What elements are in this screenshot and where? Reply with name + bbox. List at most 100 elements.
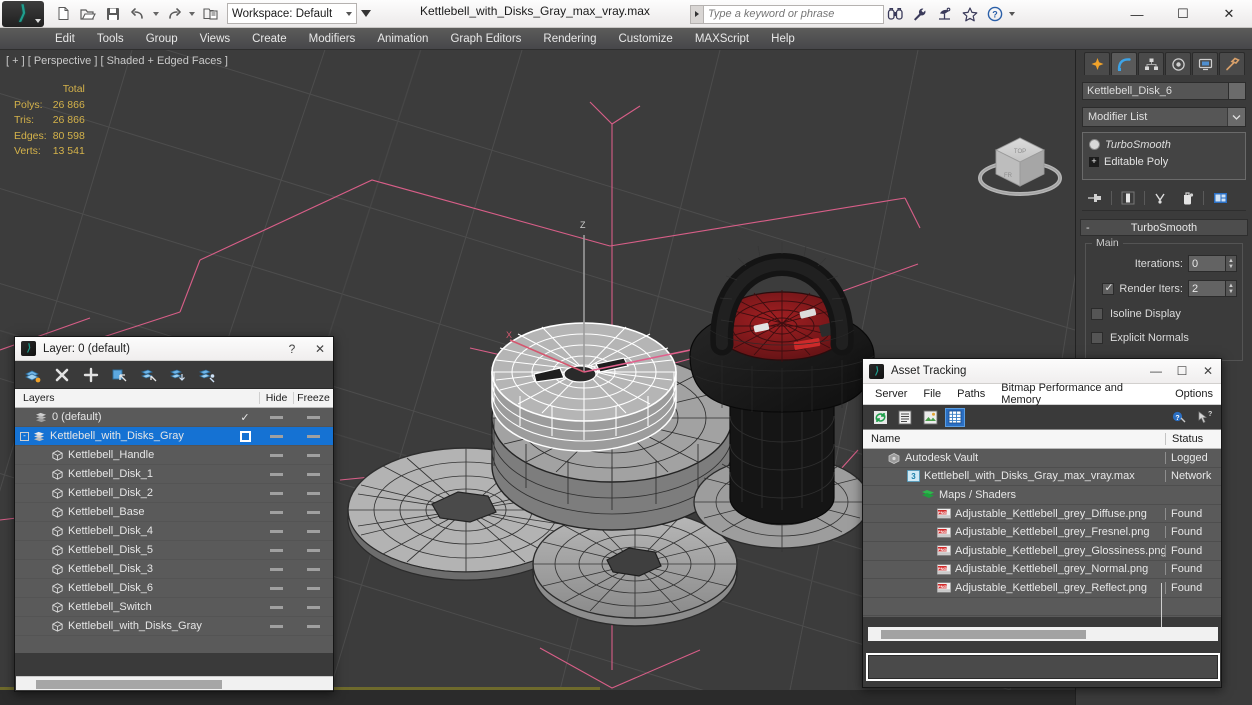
object-hide-toggle[interactable] <box>259 586 293 590</box>
object-name-field[interactable]: Kettlebell_Disk_6 <box>1082 82 1246 100</box>
object-freeze-toggle[interactable] <box>293 510 333 514</box>
layer-horizontal-scrollbar[interactable] <box>16 676 333 690</box>
render-iters-spinner[interactable]: ▲ ▼ <box>1226 280 1237 297</box>
asset-menu-options[interactable]: Options <box>1167 385 1221 403</box>
grid-view-icon[interactable] <box>945 407 965 427</box>
object-freeze-toggle[interactable] <box>293 605 333 609</box>
help-icon[interactable]: ? <box>1170 409 1188 426</box>
menu-item-edit[interactable]: Edit <box>44 30 86 48</box>
modifier-stack-item-turbosmooth[interactable]: TurboSmooth <box>1083 136 1245 153</box>
scrollbar-thumb[interactable] <box>881 630 1086 639</box>
menu-item-group[interactable]: Group <box>135 30 189 48</box>
layer-object-row[interactable]: Kettlebell_Handle <box>15 446 333 465</box>
minimize-button[interactable]: — <box>1114 0 1160 28</box>
display-tab[interactable] <box>1192 52 1218 75</box>
asset-row-vault[interactable]: Autodesk Vault Logged <box>863 449 1221 468</box>
asset-horizontal-scrollbar[interactable] <box>868 627 1218 641</box>
modifier-stack[interactable]: TurboSmooth + Editable Poly <box>1082 132 1246 180</box>
redo-dropdown-caret-icon[interactable] <box>189 11 195 16</box>
iterations-spinner[interactable]: ▲ ▼ <box>1226 255 1237 272</box>
object-freeze-toggle[interactable] <box>293 548 333 552</box>
iterations-input[interactable]: 0 <box>1188 255 1226 272</box>
menu-item-maxscript[interactable]: MAXScript <box>684 30 760 48</box>
wrench-icon[interactable] <box>909 3 931 25</box>
layer-row-default[interactable]: 0 (default) ✓ <box>15 408 333 427</box>
layer-hide-toggle[interactable] <box>259 415 293 419</box>
layer-object-row[interactable]: Kettlebell_Disk_4 <box>15 522 333 541</box>
object-hide-toggle[interactable] <box>259 453 293 457</box>
binoculars-icon[interactable] <box>884 3 906 25</box>
layer-object-row[interactable]: Kettlebell_Switch <box>15 598 333 617</box>
render-iters-input[interactable]: 2 <box>1188 280 1226 297</box>
redo-icon[interactable] <box>163 3 185 25</box>
layer-dialog[interactable]: ⟩ Layer: 0 (default) ? ✕ Layers Hide Fre… <box>14 336 334 692</box>
refresh-icon[interactable] <box>871 409 889 426</box>
layer-row-kettlebell-group[interactable]: - Kettlebell_with_Disks_Gray <box>15 427 333 446</box>
workspace-dropdown-icon[interactable] <box>361 10 371 17</box>
layer-hide-toggle[interactable] <box>259 434 293 438</box>
object-color-swatch[interactable] <box>1228 82 1246 100</box>
object-freeze-toggle[interactable] <box>293 567 333 571</box>
hide-unselected-layers-icon[interactable] <box>197 365 217 385</box>
layer-active-check[interactable]: ✓ <box>231 411 259 424</box>
layer-object-row[interactable]: Kettlebell_Disk_2 <box>15 484 333 503</box>
asset-row-texture[interactable]: PNG Adjustable_Kettlebell_grey_Glossines… <box>863 542 1221 561</box>
layer-object-row[interactable]: Kettlebell_Disk_5 <box>15 541 333 560</box>
asset-menu-paths[interactable]: Paths <box>949 385 993 403</box>
app-menu-caret-icon[interactable] <box>35 18 41 23</box>
object-hide-toggle[interactable] <box>259 491 293 495</box>
menu-item-help[interactable]: Help <box>760 30 806 48</box>
asset-row-maps-shaders[interactable]: Maps / Shaders <box>863 486 1221 505</box>
menu-item-animation[interactable]: Animation <box>366 30 439 48</box>
close-button[interactable]: ✕ <box>1206 0 1252 28</box>
asset-maximize-button[interactable]: ☐ <box>1169 360 1195 382</box>
configure-sets-icon[interactable] <box>1210 188 1230 208</box>
object-freeze-toggle[interactable] <box>293 529 333 533</box>
asset-close-button[interactable]: ✕ <box>1195 360 1221 382</box>
workspace-caret-icon[interactable] <box>346 11 352 16</box>
chevron-down-icon[interactable] <box>1227 108 1245 126</box>
object-hide-toggle[interactable] <box>259 605 293 609</box>
object-freeze-toggle[interactable] <box>293 472 333 476</box>
select-objects-in-layer-icon[interactable] <box>110 365 130 385</box>
layer-object-row[interactable]: Kettlebell_Base <box>15 503 333 522</box>
search-box[interactable] <box>690 4 884 24</box>
maximize-button[interactable]: ☐ <box>1160 0 1206 28</box>
object-hide-toggle[interactable] <box>259 472 293 476</box>
open-file-icon[interactable] <box>77 3 99 25</box>
undo-dropdown-caret-icon[interactable] <box>153 11 159 16</box>
asset-row-max-file[interactable]: 3 Kettlebell_with_Disks_Gray_max_vray.ma… <box>863 468 1221 487</box>
isoline-display-checkbox[interactable] <box>1091 307 1103 320</box>
context-help-icon[interactable]: ? <box>1195 409 1213 426</box>
layer-object-row[interactable]: Kettlebell_Disk_6 <box>15 579 333 598</box>
layer-active-check[interactable] <box>231 430 259 442</box>
layer-object-row[interactable]: Kettlebell_Disk_1 <box>15 465 333 484</box>
object-hide-toggle[interactable] <box>259 548 293 552</box>
satellite-icon[interactable] <box>934 3 956 25</box>
layer-freeze-toggle[interactable] <box>293 434 333 438</box>
hierarchy-tab[interactable] <box>1138 52 1164 75</box>
search-input[interactable] <box>704 4 884 24</box>
thumbnail-view-icon[interactable] <box>921 409 939 426</box>
select-highlighted-objects-icon[interactable] <box>139 365 159 385</box>
layer-list[interactable]: 0 (default) ✓ - Kettlebell_with_Disks_Gr… <box>15 408 333 653</box>
motion-tab[interactable] <box>1165 52 1191 75</box>
highlight-selected-objects-icon[interactable] <box>168 365 188 385</box>
light-bulb-icon[interactable] <box>1089 139 1100 150</box>
modifier-list-dropdown[interactable]: Modifier List <box>1082 107 1246 127</box>
object-freeze-toggle[interactable] <box>293 624 333 628</box>
asset-row-texture[interactable]: PNG Adjustable_Kettlebell_grey_Reflect.p… <box>863 579 1221 598</box>
menu-item-modifiers[interactable]: Modifiers <box>298 30 367 48</box>
menu-item-customize[interactable]: Customize <box>607 30 683 48</box>
menu-item-views[interactable]: Views <box>189 30 241 48</box>
asset-row-texture[interactable]: PNG Adjustable_Kettlebell_grey_Fresnel.p… <box>863 523 1221 542</box>
asset-row-texture[interactable]: PNG Adjustable_Kettlebell_grey_Diffuse.p… <box>863 505 1221 524</box>
help-icon[interactable]: ? <box>984 3 1006 25</box>
save-file-icon[interactable] <box>102 3 124 25</box>
object-freeze-toggle[interactable] <box>293 586 333 590</box>
object-hide-toggle[interactable] <box>259 624 293 628</box>
object-hide-toggle[interactable] <box>259 529 293 533</box>
make-unique-icon[interactable] <box>1151 188 1171 208</box>
project-folder-icon[interactable] <box>199 3 221 25</box>
undo-icon[interactable] <box>127 3 149 25</box>
